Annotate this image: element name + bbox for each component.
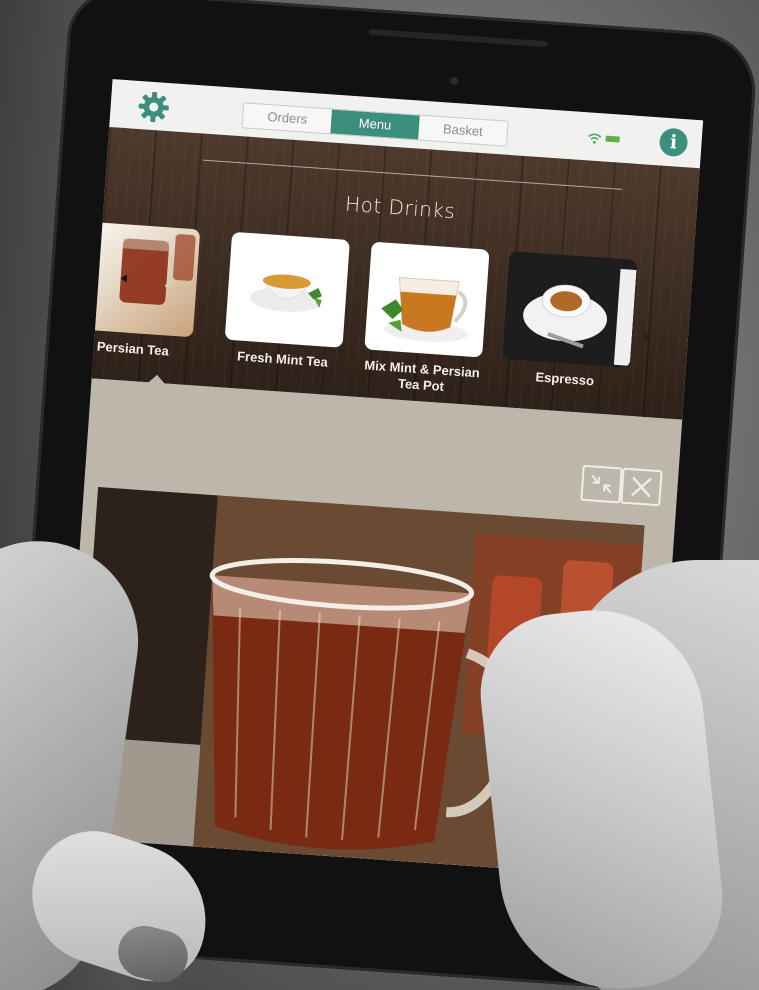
shrink-icon[interactable] [580,464,623,504]
carousel-right-arrow[interactable] [643,332,651,342]
info-icon[interactable]: i [658,127,689,158]
item-label: Mix Mint & Persian Tea Pot [363,357,481,394]
menu-item-persian-tea[interactable]: Persian Tea [73,221,201,361]
gear-icon[interactable] [136,89,172,125]
menu-item-espresso[interactable]: Espresso [500,251,638,392]
close-icon[interactable] [620,467,663,507]
menu-item-mix-tea-pot[interactable]: Mix Mint & Persian Tea Pot [362,241,490,398]
menu-carousel: Hot Drinks Persian Tea Fresh Mint Tea Mi… [75,126,700,420]
item-label: Espresso [535,369,595,389]
front-camera [450,76,459,86]
menu-item-fresh-mint-tea[interactable]: Fresh Mint Tea [223,231,350,372]
tab-menu[interactable]: Menu [330,109,420,140]
tab-orders[interactable]: Orders [243,103,332,133]
item-image [502,251,638,368]
item-label: Fresh Mint Tea [236,348,329,370]
item-label: Persian Tea [96,338,170,359]
carousel-left-arrow[interactable] [120,274,127,283]
speaker-grille [368,28,549,48]
item-image [75,221,201,338]
tab-basket[interactable]: Basket [418,116,507,146]
item-image [364,241,490,358]
wifi-icon [588,133,602,144]
scene: Orders Menu Basket i Hot Drinks Persian … [0,0,759,990]
battery-icon [605,135,620,143]
item-image [224,231,350,348]
